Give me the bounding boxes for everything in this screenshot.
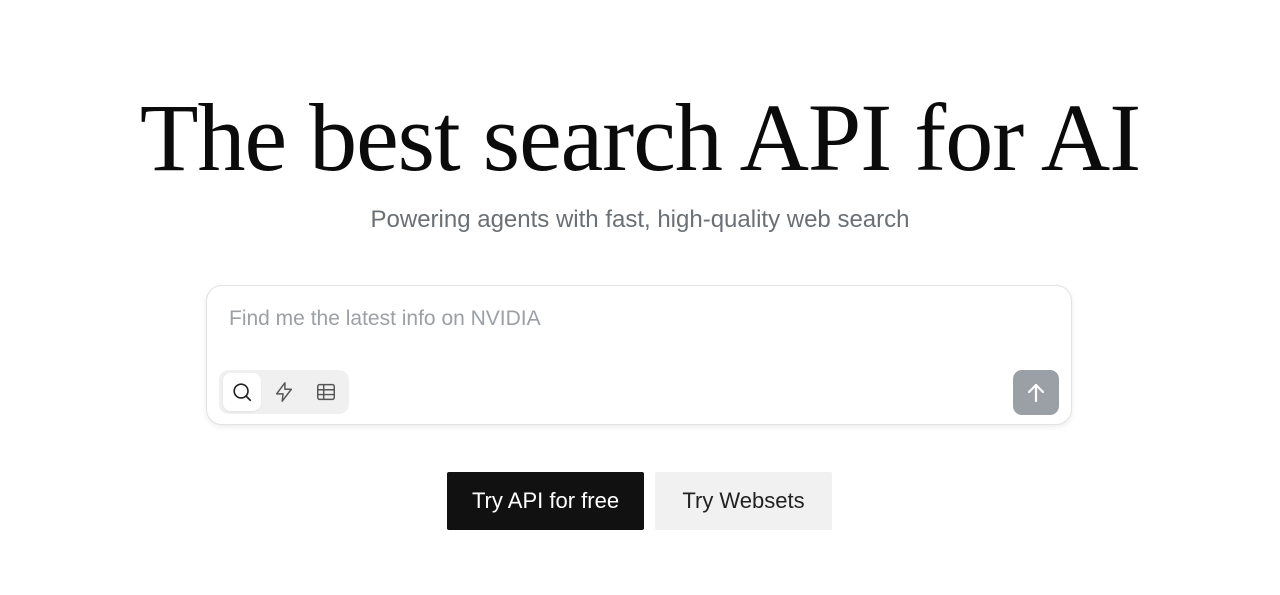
- try-websets-button[interactable]: Try Websets: [655, 472, 832, 530]
- table-icon: [317, 383, 335, 401]
- hero-title: The best search API for AI: [139, 84, 1141, 191]
- fast-mode-button[interactable]: [265, 373, 303, 411]
- search-mode-selector: [219, 370, 349, 414]
- search-input[interactable]: [229, 304, 1009, 334]
- landing-page: The best search API for AI Powering agen…: [0, 0, 1280, 595]
- search-mode-button[interactable]: [223, 373, 261, 411]
- lightning-icon: [275, 382, 293, 402]
- try-api-button[interactable]: Try API for free: [447, 472, 644, 530]
- hero-subtitle: Powering agents with fast, high-quality …: [370, 206, 910, 233]
- table-mode-button[interactable]: [307, 373, 345, 411]
- search-icon: [233, 383, 252, 402]
- search-box: [206, 285, 1072, 425]
- arrow-up-icon: [1027, 383, 1045, 402]
- submit-search-button[interactable]: [1013, 370, 1059, 415]
